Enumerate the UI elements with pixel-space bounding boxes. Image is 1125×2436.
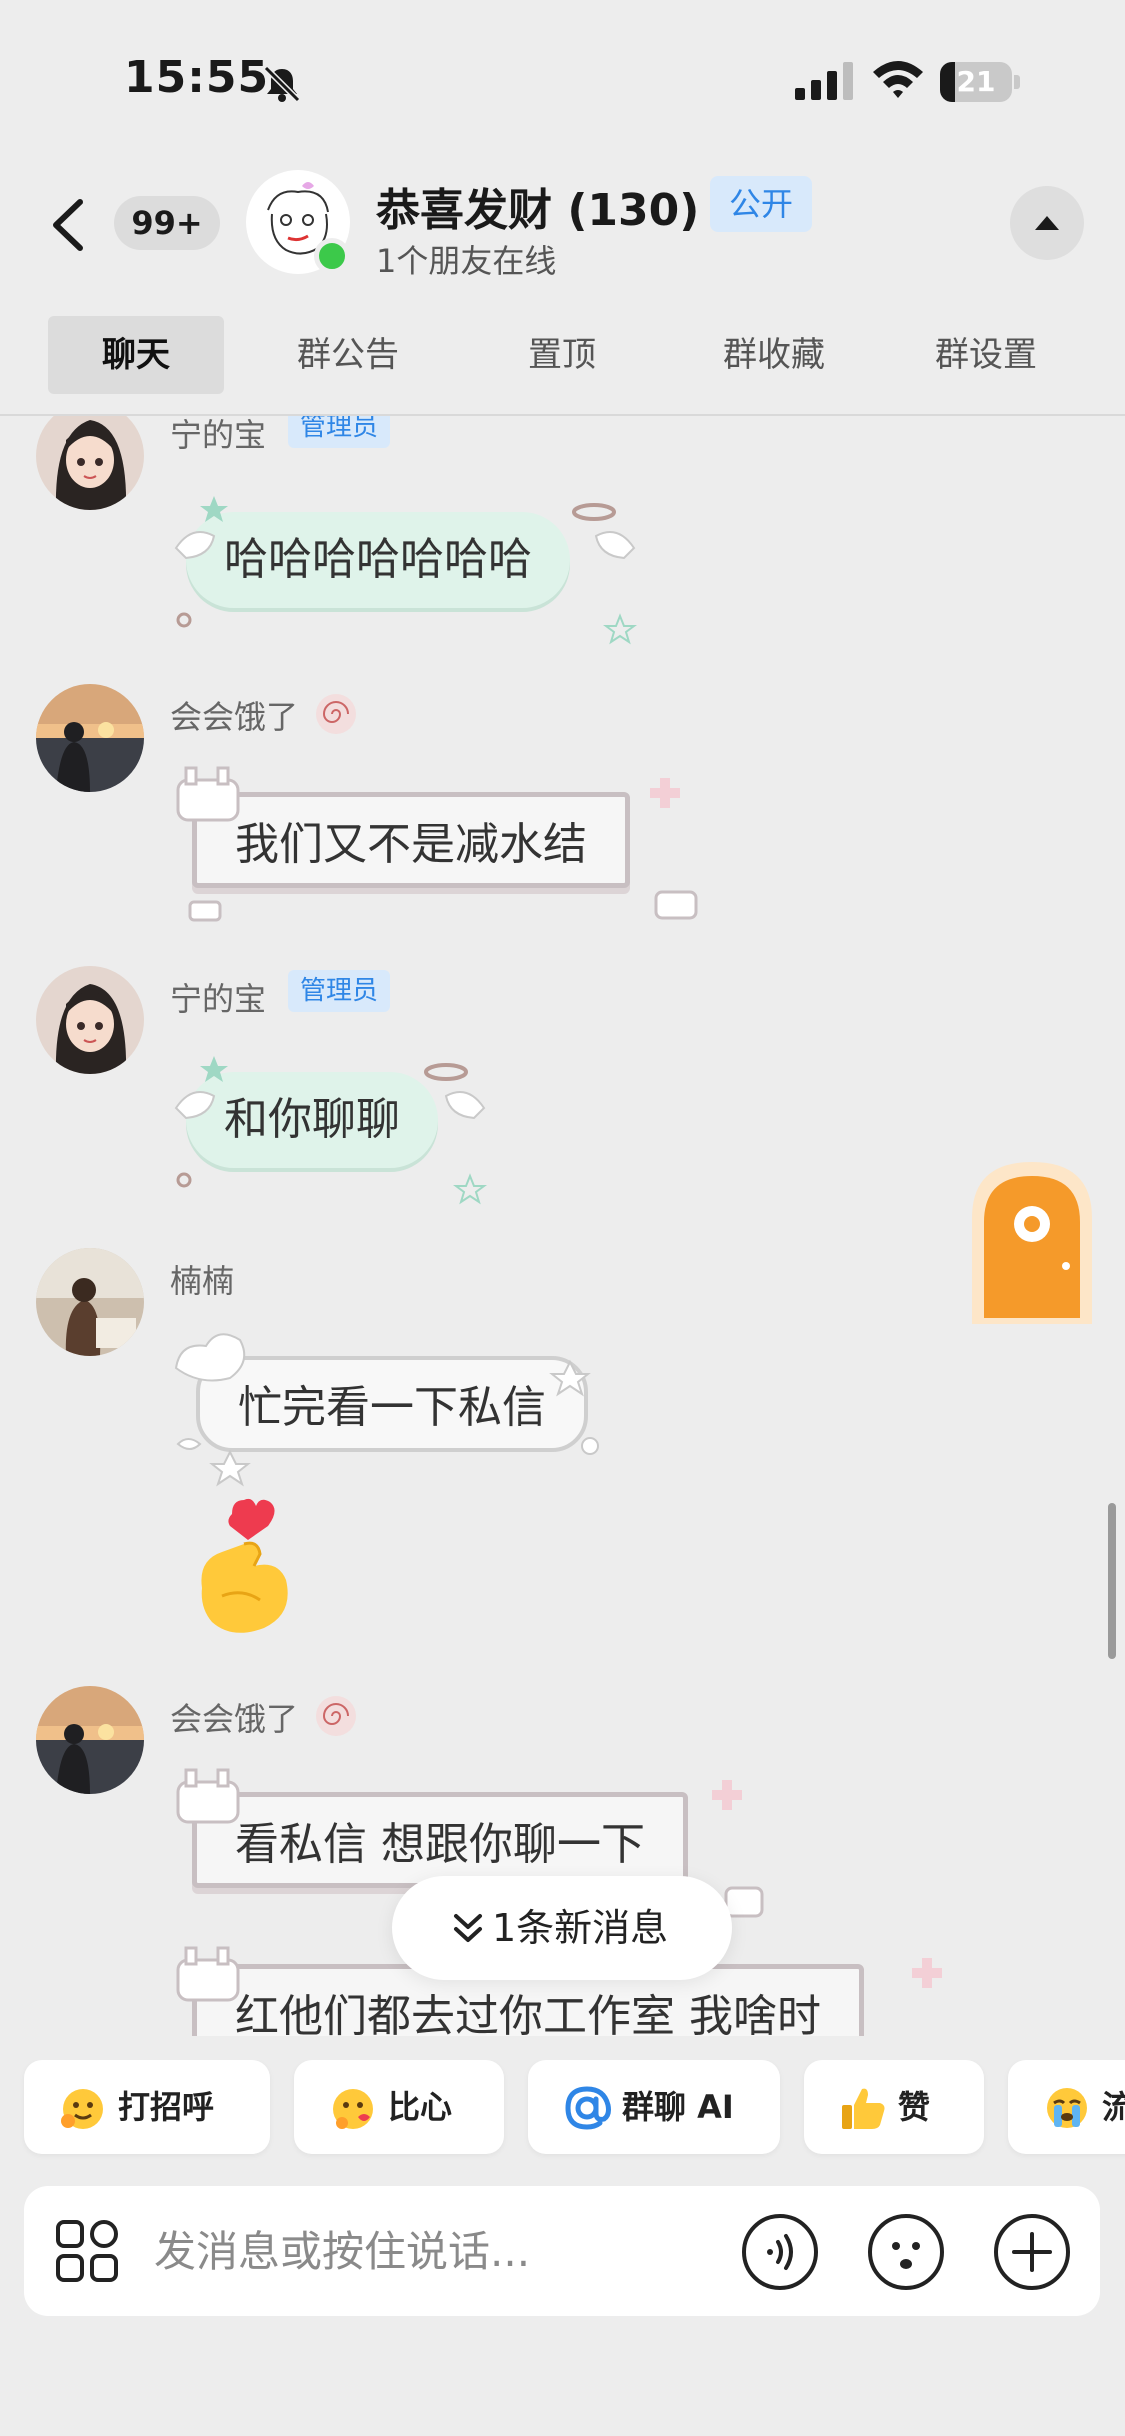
online-status: 1个朋友在线 — [376, 242, 557, 280]
angel-wings-decoration-icon — [174, 1056, 487, 1205]
emoji-icon[interactable] — [866, 2212, 946, 2292]
status-bar: 15:55 21 — [0, 0, 1125, 160]
sunset-photo-avatar-icon — [36, 1686, 144, 1794]
chat-messages[interactable]: 宁的宝 管理员 哈哈哈哈哈哈哈 会会饿了 我们又不是减水结 宁的宝 管理员 和你… — [0, 416, 1125, 2036]
swirl-badge-icon — [316, 694, 356, 734]
avatar[interactable] — [36, 416, 144, 510]
avatar[interactable] — [36, 1686, 144, 1794]
public-badge: 公开 — [710, 176, 812, 232]
add-icon[interactable] — [992, 2212, 1072, 2292]
avatar[interactable] — [36, 966, 144, 1074]
tab-favorites[interactable]: 群收藏 — [694, 316, 854, 394]
unread-count-badge[interactable]: 99+ — [114, 196, 220, 250]
cloud-decoration-icon — [174, 1333, 599, 1487]
sender-name: 楠楠 — [170, 1262, 235, 1300]
signal-icon — [795, 62, 853, 100]
new-messages-button[interactable]: 1条新消息 — [392, 1876, 732, 1980]
chip-label: 比心 — [388, 2088, 453, 2126]
swirl-badge-icon — [316, 1696, 356, 1736]
anime-girl-avatar-icon — [36, 416, 144, 510]
home-indicator-area — [0, 2380, 1125, 2436]
quick-reply-chip[interactable]: 打招呼 — [24, 2060, 270, 2154]
tab-bar: 聊天 群公告 置顶 群收藏 群设置 — [0, 310, 1125, 410]
chat-header: 99+ 恭喜发财 (130) 公开 1个朋友在线 — [0, 160, 1125, 290]
quick-reply-bar: 打招呼 比心 群聊 AI 赞 流 — [0, 2060, 1125, 2160]
pixel-bunny-decoration-icon — [176, 766, 698, 922]
admin-badge: 管理员 — [288, 970, 391, 1012]
apps-grid-icon[interactable] — [54, 2218, 120, 2284]
tab-settings[interactable]: 群设置 — [906, 316, 1066, 394]
sender-name: 宁的宝 — [170, 980, 267, 1018]
heart-hands-face-icon — [333, 2089, 373, 2129]
double-chevron-down-icon — [454, 1914, 482, 1942]
tab-chat[interactable]: 聊天 — [48, 316, 224, 394]
finger-heart-emoji-icon[interactable] — [192, 1496, 304, 1636]
scrollbar[interactable] — [1108, 1503, 1116, 1659]
angel-wings-decoration-icon — [174, 496, 637, 645]
bell-slash-icon — [263, 65, 301, 103]
quick-reply-chip[interactable]: 比心 — [294, 2060, 504, 2154]
sender-name: 会会饿了 — [170, 698, 299, 736]
tab-pinned[interactable]: 置顶 — [482, 316, 642, 394]
sender-name: 宁的宝 — [170, 416, 267, 454]
voice-icon[interactable] — [740, 2212, 820, 2292]
admin-badge: 管理员 — [288, 416, 391, 448]
wave-face-icon — [61, 2089, 103, 2129]
avatar[interactable] — [36, 684, 144, 792]
sunset-photo-avatar-icon — [36, 684, 144, 792]
photo-avatar-icon — [36, 1248, 144, 1356]
avatar[interactable] — [36, 1248, 144, 1356]
message-input[interactable] — [154, 2216, 724, 2286]
battery-level: 21 — [956, 65, 996, 98]
quick-reply-chip[interactable]: 流 — [1008, 2060, 1125, 2154]
chip-label: 打招呼 — [118, 2088, 215, 2126]
anime-girl-avatar-icon — [36, 966, 144, 1074]
online-indicator — [314, 238, 350, 274]
chip-label: 群聊 AI — [622, 2088, 734, 2126]
door-game-icon[interactable] — [968, 1158, 1096, 1324]
battery-icon: 21 — [940, 62, 1020, 102]
wifi-icon — [873, 61, 923, 98]
quick-reply-chip[interactable]: 群聊 AI — [528, 2060, 780, 2154]
at-sign-icon — [565, 2086, 611, 2130]
message-input-bar — [24, 2186, 1100, 2316]
collapse-button[interactable] — [1010, 186, 1084, 260]
quick-reply-chip[interactable]: 赞 — [804, 2060, 984, 2154]
new-messages-label: 1条新消息 — [492, 1906, 669, 1950]
chip-label: 赞 — [898, 2088, 931, 2126]
group-name[interactable]: 恭喜发财 (130) — [376, 174, 699, 238]
back-arrow-icon[interactable] — [40, 190, 100, 260]
crying-face-icon — [1047, 2088, 1087, 2128]
caret-up-icon — [1035, 216, 1059, 230]
chip-label: 流 — [1102, 2088, 1125, 2126]
tab-announcement[interactable]: 群公告 — [268, 316, 428, 394]
sender-name: 会会饿了 — [170, 1700, 299, 1738]
status-time: 15:55 — [124, 52, 270, 103]
thumbs-up-icon — [842, 2088, 885, 2129]
